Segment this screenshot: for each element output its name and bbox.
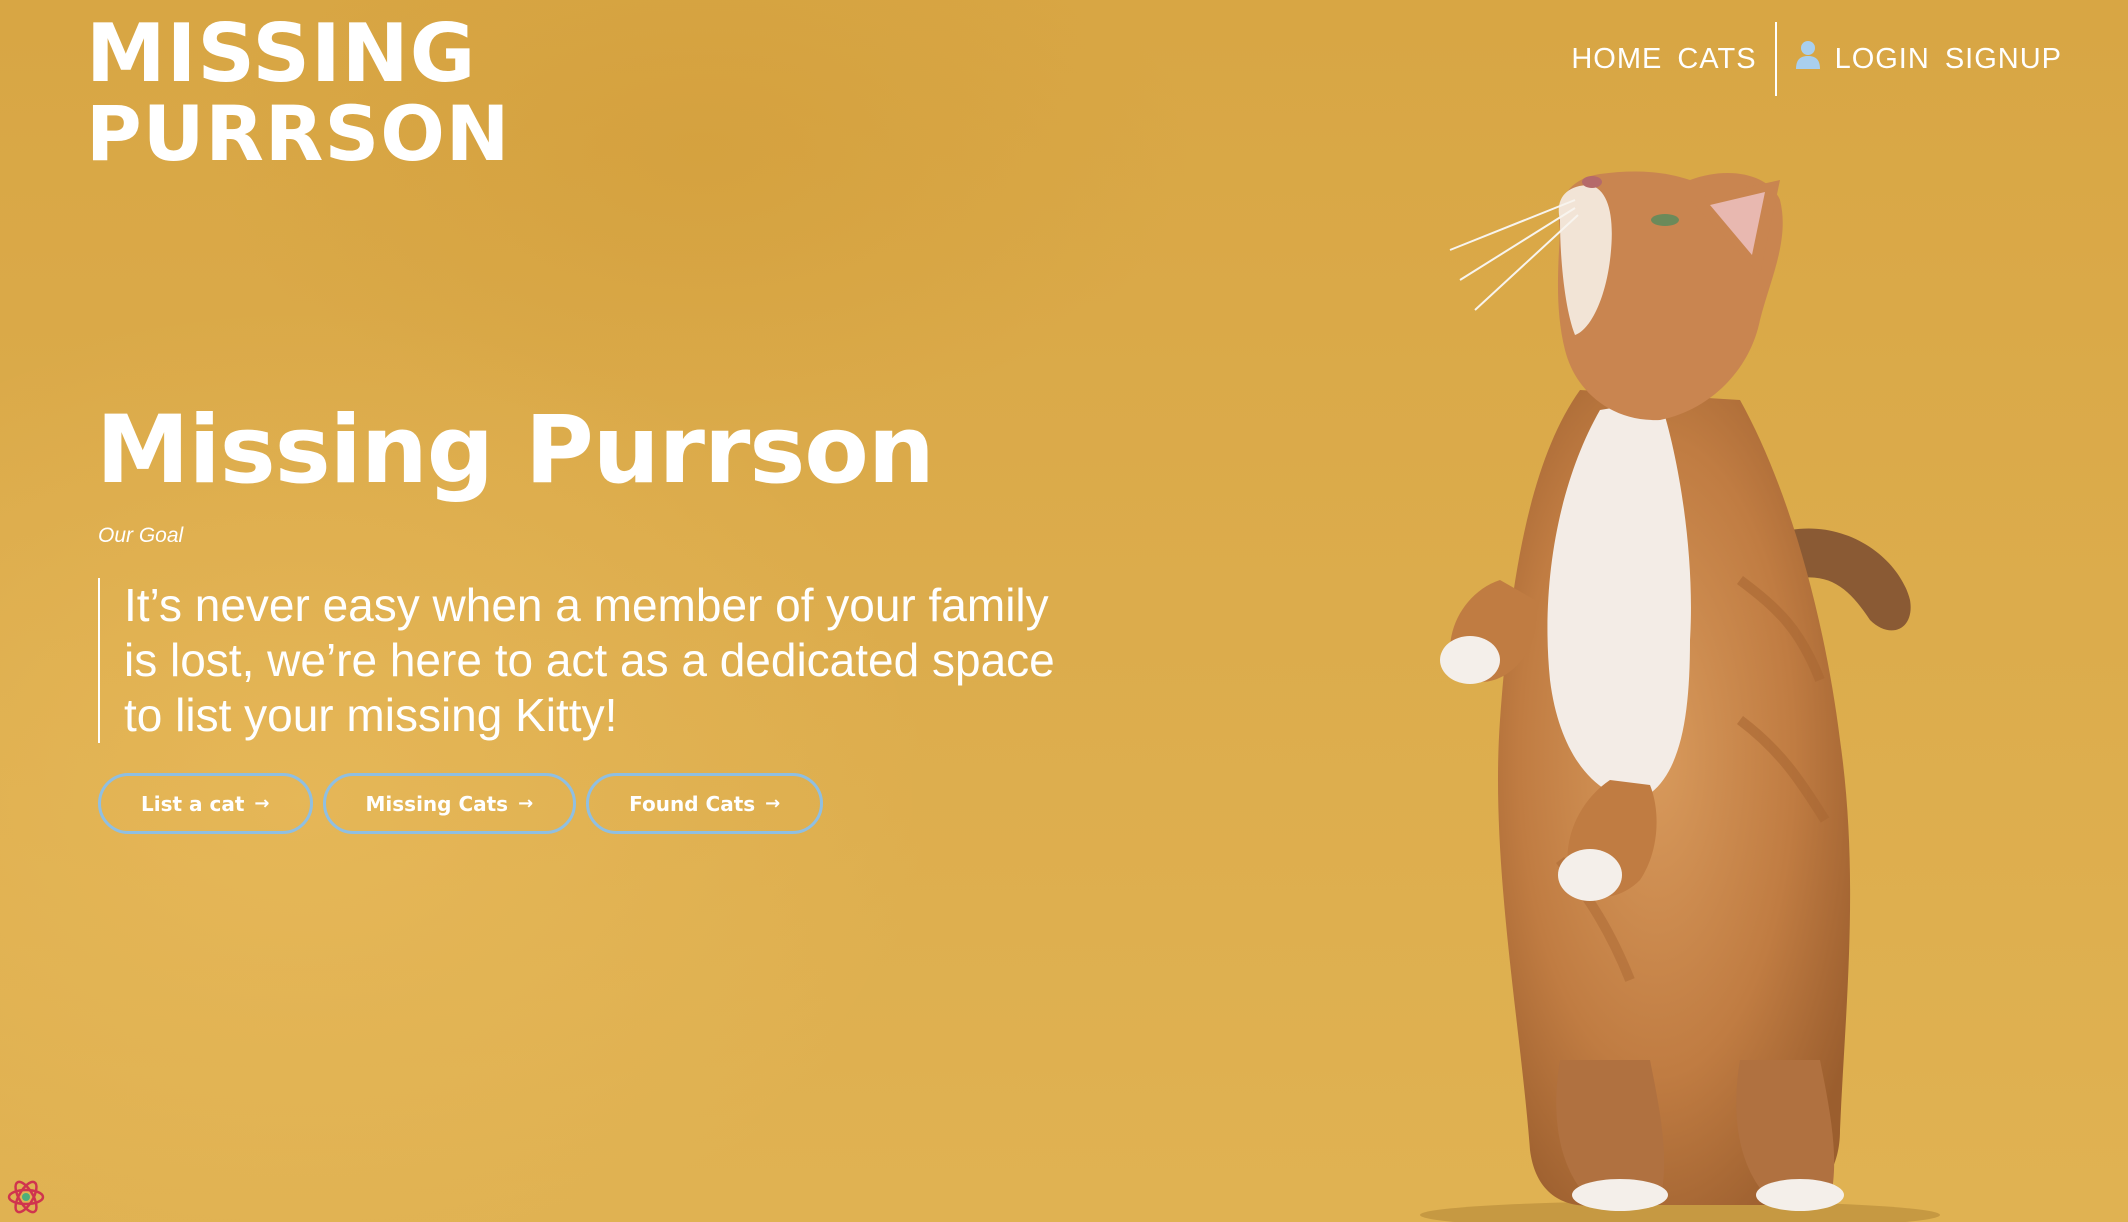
- logo-line-2: PURRSON: [86, 89, 511, 178]
- nav-cats-link[interactable]: CATS: [1677, 43, 1756, 76]
- arrow-right-icon: →: [518, 793, 534, 814]
- hero-buttons: List a cat → Missing Cats → Found Cats →: [98, 773, 824, 834]
- nav-home-link[interactable]: HOME: [1571, 43, 1662, 76]
- list-a-cat-button[interactable]: List a cat →: [98, 773, 313, 834]
- hero-subtitle: Our Goal: [98, 524, 184, 547]
- button-label: List a cat: [141, 791, 245, 816]
- found-cats-button[interactable]: Found Cats →: [586, 773, 824, 834]
- button-label: Found Cats: [629, 791, 756, 816]
- top-nav: HOME CATS LOGIN SIGNUP: [1571, 22, 2062, 96]
- nav-signup-link[interactable]: SIGNUP: [1945, 43, 2062, 76]
- missing-cats-button[interactable]: Missing Cats →: [322, 773, 577, 834]
- hero-quote: It’s never easy when a member of your fa…: [98, 578, 1088, 743]
- arrow-right-icon: →: [765, 793, 781, 814]
- hero-title: Missing Purrson: [96, 396, 935, 505]
- cat-image: [1420, 171, 1940, 1222]
- button-label: Missing Cats: [365, 791, 509, 816]
- arrow-right-icon: →: [254, 793, 270, 814]
- nav-divider: [1774, 22, 1777, 96]
- logo-line-1: MISSING: [86, 7, 477, 100]
- logo[interactable]: MISSING PURRSON: [86, 14, 510, 172]
- user-icon: [1795, 41, 1820, 69]
- nav-login-link[interactable]: LOGIN: [1835, 43, 1930, 76]
- react-devtools-icon[interactable]: [6, 1177, 46, 1217]
- page: MISSING PURRSON HOME CATS LOGIN SIGNUP M…: [0, 0, 2128, 1222]
